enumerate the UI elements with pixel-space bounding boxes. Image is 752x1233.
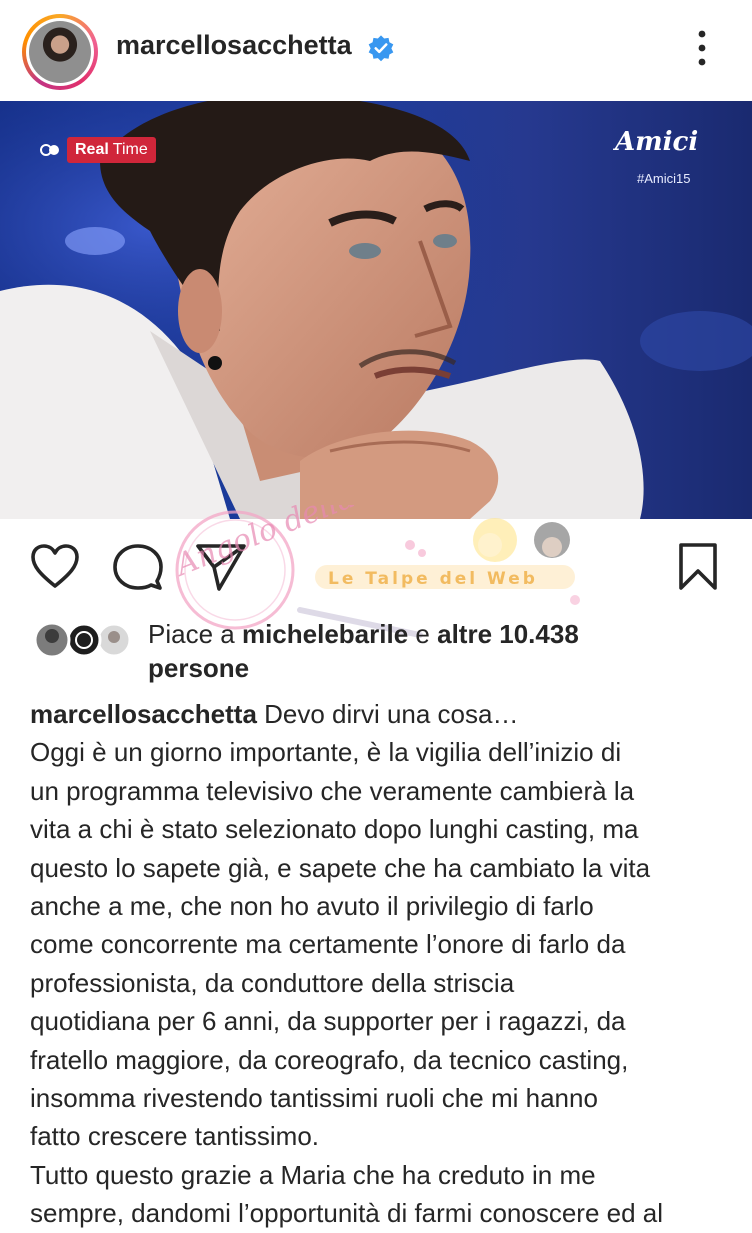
comment-icon[interactable] — [113, 543, 163, 591]
watermark-text-2: Le Talpe del Web — [328, 569, 538, 589]
channel-badge-part2: Time — [112, 141, 148, 158]
avatar-photo — [29, 21, 91, 83]
post-photo[interactable]: Real Time Amici #Amici15 — [0, 101, 752, 519]
username-link[interactable]: marcellosacchetta — [116, 30, 352, 61]
channel-badge-part1: Real — [75, 141, 109, 158]
avatar[interactable] — [26, 18, 94, 86]
likes-others-link[interactable]: altre 10.438 — [437, 619, 579, 649]
caption-line: questo lo sapete già, e sapete che ha ca… — [30, 852, 651, 883]
likes-prefix: Piace a — [148, 619, 235, 649]
story-ring[interactable] — [22, 14, 98, 90]
caption-line: fatto crescere tantissimo. — [30, 1121, 319, 1152]
heart-icon[interactable] — [30, 544, 80, 590]
caption-line: sempre, dandomi l’opportunità di farmi c… — [30, 1198, 664, 1229]
likes-joiner: e — [415, 619, 430, 649]
caption-line: anche a me, che non ho avuto il privileg… — [30, 891, 594, 922]
caption-line: fratello maggiore, da coreografo, da tec… — [30, 1044, 629, 1075]
verified-badge-icon — [368, 35, 394, 62]
caption-line: un programma televisivo che veramente ca… — [30, 775, 635, 806]
liker-avatars-graphic — [33, 621, 132, 659]
caption-line: vita a chi è stato selezionato dopo lung… — [30, 814, 639, 845]
show-logo: Amici — [615, 127, 699, 157]
caption-line: insomma rivestendo tantissimi ruoli che … — [30, 1083, 598, 1114]
caption-first-line: marcellosacchetta Devo dirvi una cosa… — [30, 695, 730, 733]
likes-suffix[interactable]: persone — [148, 653, 249, 683]
caption-author-link[interactable]: marcellosacchetta — [30, 699, 257, 729]
show-hashtag: #Amici15 — [637, 171, 691, 186]
liker-avatars[interactable] — [32, 620, 132, 660]
likes-summary[interactable]: Piace a michelebarile e altre 10.438 per… — [148, 617, 708, 685]
bookmark-icon[interactable] — [677, 542, 719, 592]
caption-line: professionista, da conduttore della stri… — [30, 967, 515, 998]
caption-line: quotidiana per 6 anni, da supporter per … — [30, 1006, 626, 1037]
post-header: marcellosacchetta — [0, 0, 752, 100]
post-caption: marcellosacchetta Devo dirvi una cosa… O… — [30, 695, 730, 1233]
caption-first-line-text: Devo dirvi una cosa… — [256, 699, 519, 729]
channel-badge: Real Time — [67, 137, 156, 163]
caption-line: Oggi è un giorno importante, è la vigili… — [30, 737, 622, 768]
likes-user-link[interactable]: michelebarile — [242, 619, 408, 649]
caption-line: Tutto questo grazie a Maria che ha credu… — [30, 1159, 596, 1190]
caption-line: come concorrente ma certamente l’onore d… — [30, 929, 626, 960]
realtime-logo-icon — [40, 144, 59, 156]
more-options-icon[interactable] — [692, 28, 712, 68]
